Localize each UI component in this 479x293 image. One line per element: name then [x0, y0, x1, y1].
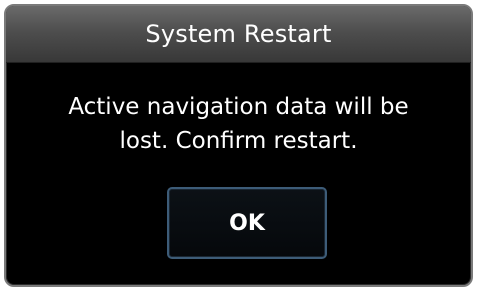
ok-button[interactable]: OK	[167, 187, 327, 259]
ok-button-label: OK	[229, 210, 265, 236]
dialog-title: System Restart	[145, 20, 332, 48]
dialog-message: Active navigation data will be lost. Con…	[6, 90, 471, 158]
dialog-title-bar: System Restart	[6, 6, 471, 63]
system-restart-dialog: System Restart Active navigation data wi…	[4, 4, 473, 287]
dialog-message-line-1: Active navigation data will be	[68, 94, 409, 120]
dialog-message-line-2: lost. Confirm restart.	[119, 128, 358, 154]
